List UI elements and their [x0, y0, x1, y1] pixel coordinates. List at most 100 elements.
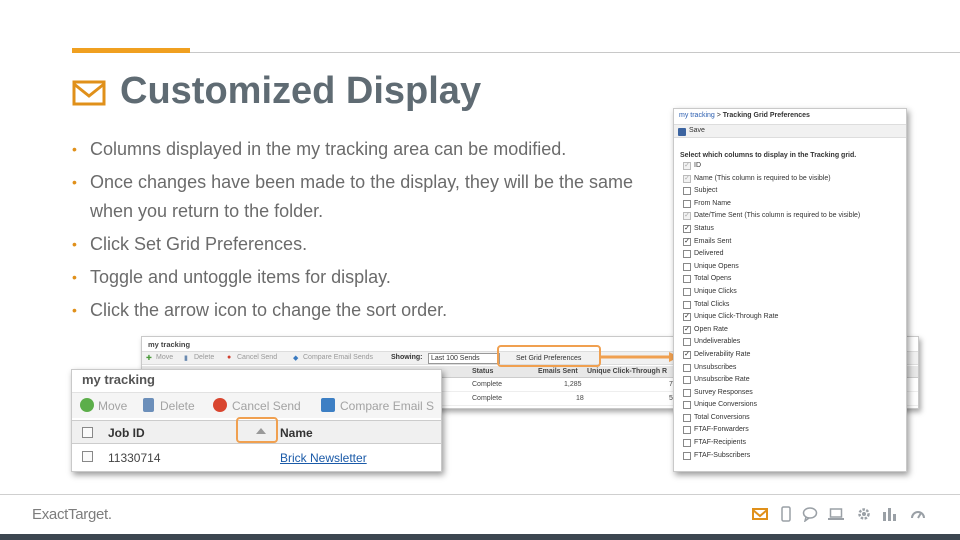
cancel-send-button[interactable]: Cancel Send	[237, 354, 277, 361]
option-checkbox[interactable]	[683, 439, 691, 448]
column-option[interactable]: ✓ Name (This column is required to be vis…	[683, 174, 860, 188]
column-option[interactable]: Subject	[683, 187, 860, 200]
sort-arrow-icon[interactable]	[256, 428, 266, 434]
email-name-link[interactable]: Brick Newsletter	[280, 451, 367, 465]
option-label: Unique Clicks	[694, 287, 737, 295]
move-icon[interactable]	[80, 398, 94, 412]
bullet-list: Columns displayed in the my tracking are…	[72, 135, 672, 329]
column-name[interactable]: Name	[280, 426, 313, 440]
cell-emails-sent: 18	[576, 395, 584, 402]
column-option[interactable]: ✓ Deliverability Rate	[683, 350, 860, 364]
cell-job-id: 11330714	[108, 451, 161, 465]
option-checkbox[interactable]	[683, 388, 691, 397]
option-label: FTAF-Recipients	[694, 439, 746, 447]
option-checkbox: ✓	[683, 174, 691, 183]
option-checkbox[interactable]: ✓	[683, 325, 691, 334]
move-icon[interactable]: ✚	[146, 354, 152, 362]
option-checkbox[interactable]: ✓	[683, 224, 691, 233]
option-label: ID	[694, 162, 701, 169]
breadcrumb-current: Tracking Grid Preferences	[722, 112, 810, 119]
cancel-icon[interactable]	[213, 398, 227, 412]
delete-button[interactable]: Delete	[160, 399, 195, 413]
option-checkbox[interactable]	[683, 413, 691, 422]
column-option[interactable]: ✓ Status	[683, 224, 860, 238]
mobile-icon	[781, 506, 791, 522]
option-checkbox[interactable]	[683, 401, 691, 410]
column-option[interactable]: ✓ ID	[683, 162, 860, 175]
column-option[interactable]: Unsubscribe Rate	[683, 376, 860, 389]
column-option[interactable]: FTAF-Subscribers	[683, 451, 860, 465]
option-checkbox[interactable]	[683, 376, 691, 385]
select-all-checkbox[interactable]	[82, 427, 93, 438]
option-checkbox[interactable]	[683, 250, 691, 259]
grid-title: my tracking	[148, 340, 191, 349]
option-checkbox: ✓	[683, 212, 691, 221]
option-checkbox[interactable]: ✓	[683, 350, 691, 359]
column-unique-ctr[interactable]: Unique Click-Through R	[587, 368, 667, 375]
bar-chart-icon	[883, 508, 896, 521]
option-checkbox[interactable]	[683, 287, 691, 296]
save-button[interactable]: Save	[689, 127, 705, 134]
column-job-id[interactable]: Job ID	[108, 426, 145, 440]
save-icon[interactable]	[678, 128, 686, 136]
column-option[interactable]: ✓ Open Rate	[683, 325, 860, 339]
column-option[interactable]: Unique Clicks	[683, 287, 860, 301]
exacttarget-logo: ExactTarget.	[32, 506, 112, 523]
option-checkbox[interactable]	[683, 426, 691, 435]
column-option[interactable]: ✓ Date/Time Sent (This column is required…	[683, 212, 860, 225]
option-checkbox[interactable]	[683, 451, 691, 460]
move-button[interactable]: Move	[156, 354, 173, 361]
column-option[interactable]: FTAF-Forwarders	[683, 426, 860, 439]
column-option[interactable]: ✓ Emails Sent	[683, 237, 860, 251]
option-label: Total Conversions	[694, 413, 750, 421]
move-button[interactable]: Move	[98, 399, 127, 413]
delete-icon[interactable]: ▮	[184, 354, 188, 362]
bullet-item: Click Set Grid Preferences.	[72, 230, 672, 259]
compare-button[interactable]: Compare Email Sends	[303, 354, 373, 361]
column-option[interactable]: FTAF-Recipients	[683, 439, 860, 452]
option-checkbox[interactable]: ✓	[683, 237, 691, 246]
column-option[interactable]: Survey Responses	[683, 388, 860, 402]
cancel-send-button[interactable]: Cancel Send	[232, 399, 301, 413]
cell-emails-sent: 1,285	[564, 381, 582, 388]
column-option[interactable]: Unique Opens	[683, 262, 860, 276]
compare-icon[interactable]	[321, 398, 335, 412]
compare-icon[interactable]: ◆	[293, 354, 298, 362]
option-checkbox[interactable]	[683, 262, 691, 271]
trash-icon[interactable]	[143, 398, 154, 412]
option-label: Open Rate	[694, 325, 728, 333]
column-option[interactable]: Unique Conversions	[683, 401, 860, 414]
delete-button[interactable]: Delete	[194, 354, 214, 361]
option-checkbox[interactable]	[683, 199, 691, 208]
footer-divider	[0, 494, 960, 495]
column-option[interactable]: Unsubscribes	[683, 363, 860, 377]
table-row[interactable]: 11330714 Brick Newsletter	[72, 445, 441, 469]
option-checkbox[interactable]: ✓	[683, 313, 691, 322]
option-checkbox[interactable]	[683, 363, 691, 372]
option-checkbox[interactable]	[683, 300, 691, 309]
column-option[interactable]: Undeliverables	[683, 338, 860, 351]
row-checkbox[interactable]	[82, 451, 93, 462]
showing-select[interactable]: Last 100 Sends	[428, 353, 500, 364]
breadcrumb-link[interactable]: my tracking	[679, 112, 715, 119]
panel-toolbar: Move Delete Cancel Send Compare Email S	[72, 392, 441, 418]
column-option[interactable]: ✓ Unique Click-Through Rate	[683, 313, 860, 326]
option-checkbox[interactable]	[683, 338, 691, 347]
column-option[interactable]: Total Opens	[683, 275, 860, 288]
column-status[interactable]: Status	[472, 368, 493, 375]
option-checkbox[interactable]	[683, 275, 691, 284]
envelope-icon	[752, 508, 768, 520]
compare-button[interactable]: Compare Email S	[340, 399, 434, 413]
column-option[interactable]: Total Clicks	[683, 300, 860, 314]
option-label: Total Opens	[694, 275, 732, 283]
option-label: From Name	[694, 199, 731, 207]
envelope-icon	[72, 80, 106, 106]
column-option[interactable]: Total Conversions	[683, 413, 860, 427]
column-option[interactable]: Delivered	[683, 250, 860, 263]
column-emails-sent[interactable]: Emails Sent	[538, 368, 578, 375]
option-checkbox[interactable]	[683, 187, 691, 196]
cancel-send-icon[interactable]: ●	[227, 354, 231, 361]
bullet-item: Click the arrow icon to change the sort …	[72, 296, 672, 325]
cell-status: Complete	[472, 395, 502, 402]
column-option[interactable]: From Name	[683, 199, 860, 213]
